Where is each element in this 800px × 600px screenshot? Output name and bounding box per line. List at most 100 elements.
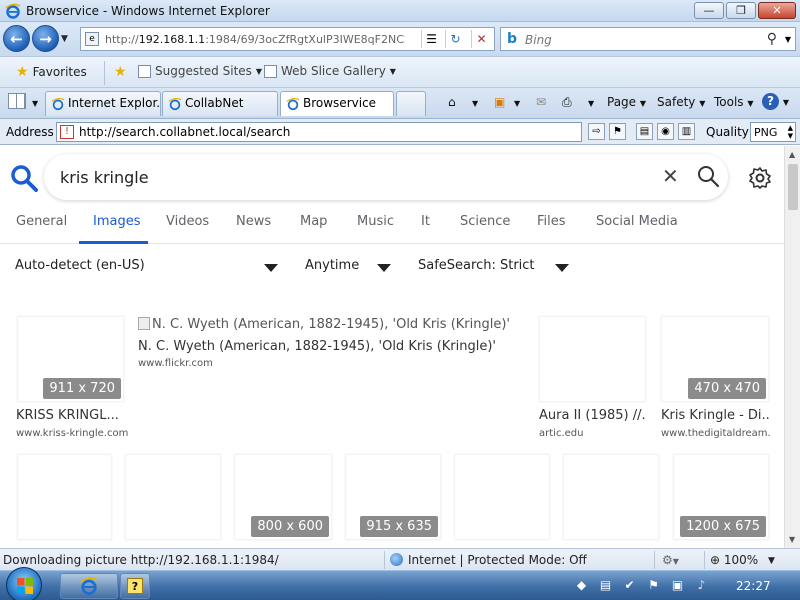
add-to-favorites-bar-button[interactable]: ★ (114, 64, 127, 80)
print-icon[interactable]: ⎙ (562, 95, 572, 110)
read-mail-icon[interactable]: ✉ (536, 95, 546, 109)
volume-muted-icon[interactable]: ♪ (694, 578, 709, 593)
safesearch-filter[interactable]: SafeSearch: Strict (418, 258, 535, 273)
scroll-up-icon[interactable]: ▲ (789, 150, 795, 159)
address-input[interactable]: ! http://search.collabnet.local/search (56, 122, 582, 142)
tab-images[interactable]: Images (93, 214, 141, 229)
time-dropdown-icon[interactable] (377, 264, 391, 272)
tab-news[interactable]: News (236, 214, 271, 229)
network-tray-icon[interactable]: ◆ (574, 578, 589, 593)
zoom-dropdown-icon[interactable]: ▼ (768, 556, 775, 566)
find-icon[interactable]: ▤ (636, 123, 653, 140)
gear-icon[interactable] (748, 166, 772, 190)
feeds-icon[interactable]: ▣ (494, 95, 505, 109)
tab-internet-explorer[interactable]: Internet Explor... (45, 91, 161, 116)
new-tab-button[interactable] (396, 91, 426, 116)
windows-logo-icon (17, 578, 33, 594)
tab-science[interactable]: Science (460, 214, 510, 229)
image-result[interactable]: 1200 x 675 (673, 454, 769, 540)
clear-icon[interactable]: ✕ (662, 164, 679, 188)
image-result[interactable] (125, 454, 221, 540)
tab-list-dropdown-icon[interactable]: ▼ (32, 99, 38, 108)
refresh-icon[interactable]: ↻ (445, 30, 465, 48)
recent-pages-dropdown-icon[interactable]: ▼ (61, 34, 68, 44)
tab-general[interactable]: General (16, 214, 67, 229)
result-title[interactable]: Kris Kringle - Di... (661, 408, 771, 423)
bookmark-icon[interactable]: ⚑ (609, 123, 626, 140)
clock[interactable]: 22:27 (736, 579, 771, 593)
home-icon[interactable]: ⌂ (448, 95, 456, 109)
maximize-button[interactable]: ❐ (726, 2, 756, 19)
start-button[interactable] (6, 567, 42, 600)
search-icon[interactable]: ⚲ (767, 31, 777, 47)
quality-select[interactable]: PNG ▲ ▼ (750, 122, 796, 142)
image-result[interactable] (539, 316, 646, 402)
protected-mode-icon[interactable]: ⚙▼ (662, 553, 679, 567)
page-menu[interactable]: Page ▼ (607, 95, 646, 109)
image-result[interactable]: 800 x 600 (234, 454, 332, 540)
tab-files[interactable]: Files (537, 214, 566, 229)
vertical-scrollbar[interactable]: ▲ ▼ (784, 146, 800, 548)
time-filter[interactable]: Anytime (305, 258, 359, 273)
binoculars-icon[interactable]: ◉ (657, 123, 674, 140)
chevron-down-icon[interactable]: ▼ (472, 99, 478, 108)
compatibility-view-icon[interactable]: ☰ (421, 30, 441, 48)
suggested-sites-button[interactable]: Suggested Sites ▼ (138, 64, 262, 78)
spinner-icon[interactable]: ▲ ▼ (788, 124, 793, 140)
image-result[interactable] (563, 454, 659, 540)
image-result[interactable]: 470 x 470 (661, 316, 769, 402)
clipboard-icon[interactable]: ▥ (678, 123, 695, 140)
image-result[interactable] (454, 454, 550, 540)
image-result[interactable] (17, 454, 112, 540)
zoom-control[interactable]: ⊕ 100% (710, 553, 758, 567)
tab-browservice[interactable]: Browservice (280, 91, 394, 116)
result-title[interactable]: Aura II (1985) //... (539, 408, 647, 423)
chevron-down-icon[interactable]: ▼ (588, 99, 594, 108)
chevron-down-icon[interactable]: ▼ (514, 99, 520, 108)
tab-collabnet[interactable]: CollabNet (162, 91, 278, 116)
action-center-flag-icon[interactable]: ⚑ (646, 578, 661, 593)
bing-search-box[interactable]: b Bing ⚲ ▼ (500, 27, 796, 51)
search-logo-icon[interactable] (10, 164, 38, 192)
security-tray-icon[interactable]: ✔ (622, 578, 637, 593)
stop-icon[interactable]: ✕ (471, 30, 491, 48)
minimize-button[interactable]: — (694, 2, 724, 19)
security-zone[interactable]: Internet | Protected Mode: Off (408, 553, 587, 567)
web-slice-gallery-button[interactable]: Web Slice Gallery ▼ (264, 64, 396, 78)
language-dropdown-icon[interactable] (264, 264, 278, 272)
broken-image[interactable]: N. C. Wyeth (American, 1882-1945), 'Old … (138, 317, 510, 332)
favorites-star-icon: ★ (16, 64, 29, 80)
back-button[interactable]: ← (3, 25, 30, 52)
language-filter[interactable]: Auto-detect (en-US) (15, 258, 145, 273)
taskbar-help-app[interactable]: ? (120, 573, 150, 599)
search-input[interactable]: kris kringle (60, 168, 149, 187)
search-icon[interactable] (696, 164, 720, 188)
result-title[interactable]: N. C. Wyeth (American, 1882-1945), 'Old … (138, 339, 518, 354)
tab-music[interactable]: Music (357, 214, 394, 229)
search-bar[interactable]: kris kringle ✕ (44, 154, 728, 200)
go-button[interactable]: ⇨ (588, 123, 605, 140)
quick-tabs-icon[interactable] (8, 93, 26, 112)
image-result[interactable]: 911 x 720 (17, 316, 124, 402)
search-dropdown-icon[interactable]: ▼ (785, 35, 791, 44)
taskbar-internet-explorer[interactable] (60, 573, 118, 599)
help-button[interactable]: ? ▼ (762, 93, 789, 110)
favorites-button[interactable]: ★ Favorites (16, 64, 87, 80)
tab-map[interactable]: Map (300, 214, 327, 229)
tab-videos[interactable]: Videos (166, 214, 209, 229)
scroll-down-icon[interactable]: ▼ (789, 535, 795, 544)
close-button[interactable]: ✕ (758, 2, 796, 19)
image-result[interactable]: 915 x 635 (345, 454, 441, 540)
scrollbar-thumb[interactable] (788, 164, 798, 210)
tools-menu[interactable]: Tools ▼ (714, 95, 754, 109)
result-title[interactable]: KRISS KRINGL... (16, 408, 128, 423)
forward-button[interactable]: → (32, 25, 59, 52)
url-field[interactable]: e http://192.168.1.1:1984/69/3ocZfRgtXul… (80, 27, 495, 51)
safety-menu[interactable]: Safety ▼ (657, 95, 705, 109)
tab-social-media[interactable]: Social Media (596, 214, 678, 229)
window-title: Browservice - Windows Internet Explorer (26, 4, 270, 18)
monitor-tray-icon[interactable]: ▣ (670, 578, 685, 593)
tab-it[interactable]: It (421, 214, 430, 229)
safesearch-dropdown-icon[interactable] (555, 264, 569, 272)
document-tray-icon[interactable]: ▤ (598, 578, 613, 593)
